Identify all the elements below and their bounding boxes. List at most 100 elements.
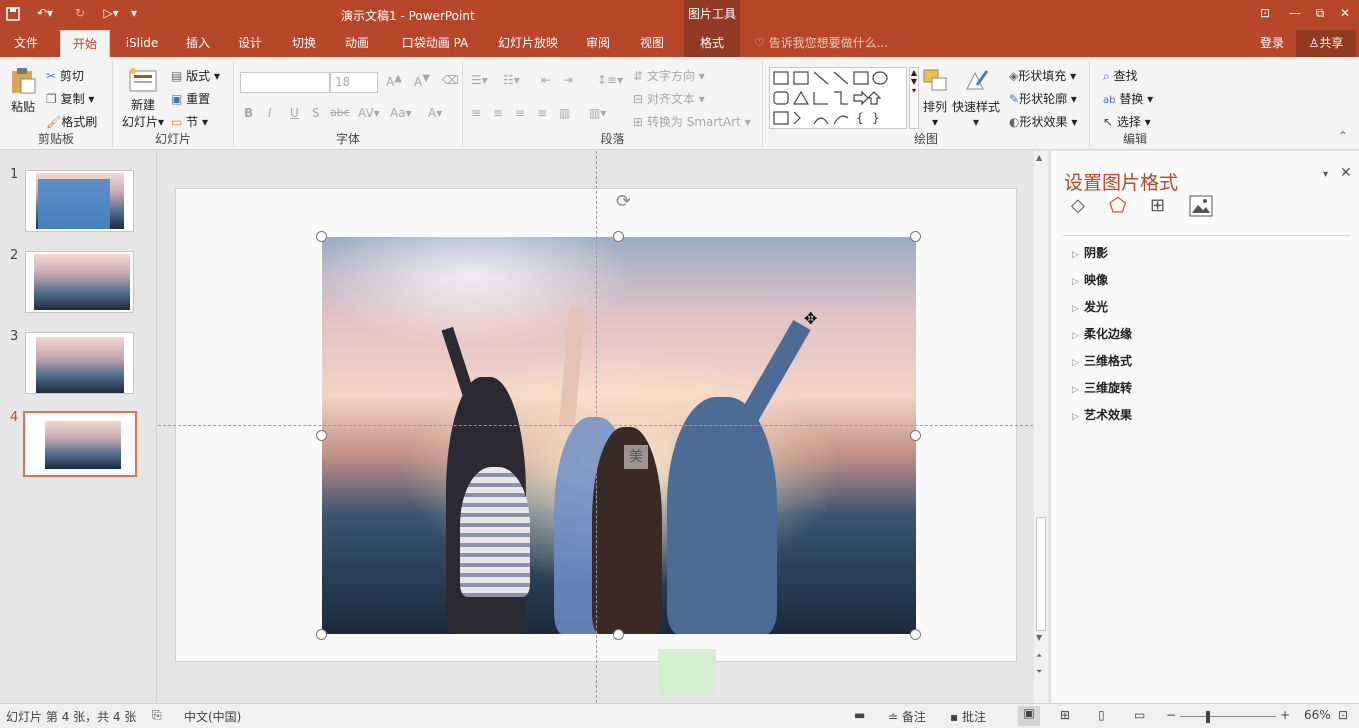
normal-view-icon[interactable]: ▣ (1018, 706, 1040, 726)
align-text-button[interactable]: ⊟ 对齐文本 ▾ (633, 90, 705, 107)
vertical-scrollbar[interactable]: ▲ ▼ ⏶ ⏷ (1034, 151, 1048, 703)
select-button[interactable]: ↖ 选择 ▾ (1103, 113, 1151, 130)
tab-format[interactable]: 格式 (684, 30, 740, 57)
clear-format-icon[interactable]: ⌫ (442, 73, 459, 87)
ribbon-display-options-icon[interactable]: ⊡ (1250, 0, 1280, 28)
customize-qat-icon[interactable]: ▾ (126, 0, 142, 28)
tab-pocket-animation[interactable]: 口袋动画 PA (392, 30, 478, 57)
line-spacing-icon[interactable]: ↕≡▾ (597, 73, 623, 87)
scroll-thumb[interactable] (1036, 517, 1046, 631)
comments-button[interactable]: ▪ 批注 (950, 708, 986, 725)
convert-smartart-button[interactable]: ⊞ 转换为 SmartArt ▾ (633, 113, 751, 130)
numbering-icon[interactable]: ☷▾ (503, 73, 520, 87)
tab-insert[interactable]: 插入 (176, 30, 220, 57)
bold-button[interactable]: B (244, 106, 253, 120)
tab-animations[interactable]: 动画 (334, 30, 380, 57)
resize-handle-nw[interactable] (316, 231, 327, 242)
property-soft-edges[interactable]: ▷ 柔化边缘 (1072, 325, 1132, 342)
zoom-slider-track[interactable] (1180, 716, 1276, 717)
tab-transitions[interactable]: 切换 (282, 30, 326, 57)
change-case-button[interactable]: Aa▾ (390, 106, 412, 120)
align-left-icon[interactable]: ≡ (471, 106, 481, 120)
start-from-beginning-icon[interactable]: ▷▾ (96, 0, 126, 28)
justify-icon[interactable]: ≡ (537, 106, 547, 120)
next-slide-icon[interactable]: ⏷ (1036, 667, 1042, 677)
resize-handle-ne[interactable] (910, 231, 921, 242)
close-pane-icon[interactable]: ✕ (1340, 165, 1352, 181)
tab-design[interactable]: 设计 (228, 30, 272, 57)
columns-icon[interactable]: ▥▾ (589, 106, 606, 120)
font-size-combo[interactable]: 18 (330, 72, 378, 93)
decrease-indent-icon[interactable]: ⇤ (541, 73, 551, 87)
previous-slide-icon[interactable]: ⏶ (1036, 651, 1042, 661)
slide-sorter-view-icon[interactable]: ⊞ (1060, 708, 1070, 722)
fit-slide-icon[interactable]: ⊡ (1338, 708, 1348, 722)
reading-view-icon[interactable]: ▯ (1098, 708, 1105, 722)
slideshow-view-icon[interactable]: ▭ (1134, 708, 1145, 722)
shape-fill-button[interactable]: ◈形状填充 ▾ (1009, 67, 1076, 84)
share-button[interactable]: ♙共享 (1296, 30, 1356, 57)
undo-icon[interactable]: ↶▾ (30, 0, 60, 28)
shapes-gallery[interactable]: {} (769, 67, 907, 129)
tell-me-box[interactable]: ♡ 告诉我您想要做什么... (754, 30, 904, 57)
align-center-icon[interactable]: ≡ (493, 106, 503, 120)
property-reflection[interactable]: ▷ 映像 (1072, 271, 1108, 288)
underline-button[interactable]: U (290, 106, 299, 120)
tab-islide[interactable]: iSlide (118, 30, 166, 57)
tab-home[interactable]: 开始 (60, 30, 110, 57)
rotate-handle-icon[interactable]: ⟳ (616, 191, 636, 215)
replace-button[interactable]: ab 替换 ▾ (1103, 90, 1153, 107)
resize-handle-n[interactable] (613, 231, 624, 242)
scroll-up-icon[interactable]: ▲ (1036, 153, 1042, 162)
slide-thumbnail-4[interactable] (23, 411, 137, 477)
slide-thumbnail-3[interactable] (25, 332, 134, 394)
scroll-down-icon[interactable]: ▼ (1036, 633, 1042, 642)
resize-handle-e[interactable] (910, 430, 921, 441)
quick-styles-button[interactable]: 快速样式 ▾ (951, 67, 1001, 129)
cut-button[interactable]: ✂ 剪切 (46, 67, 84, 84)
shape-effects-button[interactable]: ◐形状效果 ▾ (1009, 113, 1077, 130)
property-3d-format[interactable]: ▷ 三维格式 (1072, 352, 1132, 369)
distribute-icon[interactable]: ▥ (559, 106, 570, 120)
notes-button[interactable]: ≐ 备注 (888, 708, 926, 725)
zoom-level[interactable]: 66% (1304, 708, 1331, 722)
text-shadow-button[interactable]: S (312, 106, 320, 120)
slide-edit-area[interactable]: 美 ⟳ ✥ ▲ ▼ ⏶ ⏷ (158, 151, 1048, 703)
tab-slideshow[interactable]: 幻灯片放映 (488, 30, 568, 57)
property-glow[interactable]: ▷ 发光 (1072, 298, 1108, 315)
notes-toggle-icon[interactable]: ▬ (854, 708, 865, 722)
font-color-button[interactable]: A▾ (428, 106, 442, 120)
text-direction-button[interactable]: ⇵ 文字方向 ▾ (633, 67, 705, 84)
redo-icon[interactable]: ↻ (68, 0, 92, 28)
layout-button[interactable]: ▤ 版式 ▾ (171, 67, 220, 84)
size-properties-icon[interactable]: ⊞ (1150, 195, 1172, 217)
slide-thumbnail-2[interactable] (25, 251, 134, 313)
close-window-button[interactable]: ✕ (1330, 0, 1359, 28)
font-name-combo[interactable] (240, 72, 330, 93)
find-button[interactable]: ⌕ 查找 (1103, 67, 1138, 84)
selected-picture[interactable]: 美 (322, 237, 916, 634)
increase-indent-icon[interactable]: ⇥ (563, 73, 573, 87)
shrink-font-button[interactable]: A▼ (414, 73, 430, 89)
effects-icon[interactable]: ⬠ (1109, 193, 1133, 217)
new-slide-button[interactable]: 新建 幻灯片▾ (119, 67, 167, 130)
property-shadow[interactable]: ▷ 阴影 (1072, 244, 1108, 261)
copy-button[interactable]: ❐ 复制 ▾ (46, 90, 94, 107)
section-button[interactable]: ▭ 节 ▾ (171, 113, 208, 130)
italic-button[interactable]: I (268, 106, 272, 120)
shape-outline-button[interactable]: ✎形状轮廓 ▾ (1009, 90, 1077, 107)
picture-icon[interactable] (1189, 195, 1213, 217)
resize-handle-w[interactable] (316, 430, 327, 441)
collapse-ribbon-icon[interactable]: ⌃ (1338, 129, 1348, 143)
property-artistic-effects[interactable]: ▷ 艺术效果 (1072, 406, 1132, 423)
slide-thumbnail-1[interactable] (25, 170, 134, 232)
format-painter-button[interactable]: 🖌格式刷 (46, 113, 97, 130)
align-right-icon[interactable]: ≡ (515, 106, 525, 120)
spellcheck-icon[interactable]: ⎘ (152, 708, 162, 723)
grow-font-button[interactable]: A▲ (386, 73, 402, 89)
tab-file[interactable]: 文件 (0, 30, 52, 57)
language-indicator[interactable]: 中文(中国) (184, 708, 241, 725)
tab-view[interactable]: 视图 (630, 30, 674, 57)
fill-line-icon[interactable]: ◇ (1071, 195, 1093, 217)
reset-button[interactable]: ▣ 重置 (171, 90, 210, 107)
